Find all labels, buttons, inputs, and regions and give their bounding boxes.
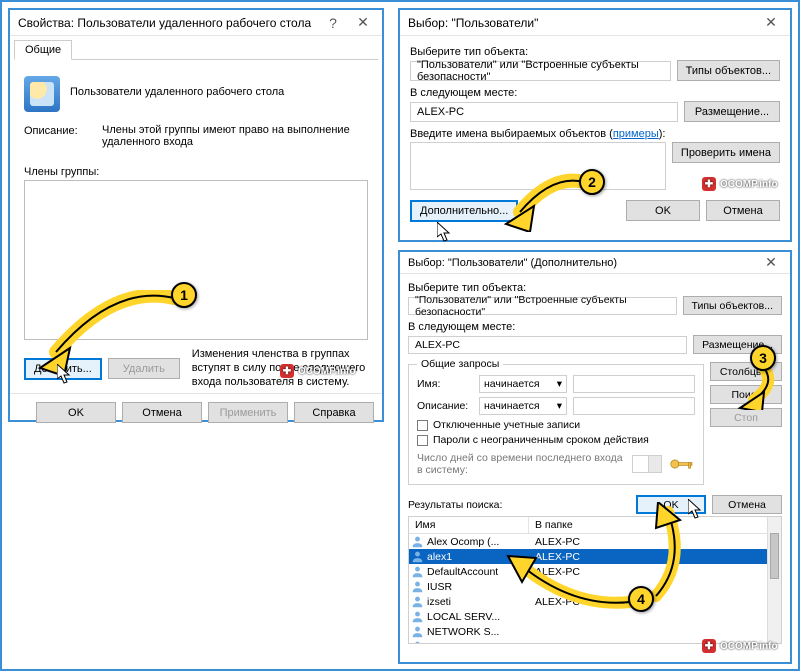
desc-filter-combo[interactable]: начинается ▾: [479, 397, 567, 415]
location-label: В следующем месте:: [408, 321, 782, 333]
cancel-button[interactable]: Отмена: [712, 495, 782, 514]
watermark: ✚OCOMP.info: [702, 177, 778, 191]
description-label: Описание:: [24, 124, 94, 148]
cancel-button[interactable]: Отмена: [122, 402, 202, 423]
titlebar: Выбор: "Пользователи" (Дополнительно) ✕: [400, 252, 790, 274]
location-label: В следующем месте:: [410, 87, 780, 99]
col-name[interactable]: Имя: [409, 517, 529, 533]
result-row[interactable]: izsetiALEX-PC: [409, 594, 767, 609]
window-title: Свойства: Пользователи удаленного рабоче…: [18, 16, 318, 30]
locations-button[interactable]: Размещение...: [684, 101, 780, 122]
object-types-button[interactable]: Типы объектов...: [683, 296, 782, 315]
desc-label: Описание:: [417, 400, 473, 412]
find-button[interactable]: Поиск: [710, 385, 782, 404]
members-label: Члены группы:: [24, 166, 99, 178]
scrollbar[interactable]: [767, 517, 781, 643]
group-name: Пользователи удаленного рабочего стола: [70, 76, 284, 98]
disabled-accounts-checkbox[interactable]: Отключенные учетные записи: [417, 419, 695, 431]
select-users-advanced-window: Выбор: "Пользователи" (Дополнительно) ✕ …: [398, 250, 792, 664]
location-value: ALEX-PC: [410, 102, 678, 122]
screenshot-canvas: Свойства: Пользователи удаленного рабоче…: [0, 0, 800, 671]
object-types-button[interactable]: Типы объектов...: [677, 60, 780, 81]
group-icon: [24, 76, 60, 112]
properties-window: Свойства: Пользователи удаленного рабоче…: [8, 8, 384, 422]
object-type-label: Выберите тип объекта:: [408, 282, 782, 294]
stop-button: Стоп: [710, 408, 782, 427]
help-icon[interactable]: ?: [318, 15, 348, 31]
results-list[interactable]: Имя В папке Alex Ocomp (...ALEX-PCalex1A…: [408, 516, 782, 644]
apply-button: Применить: [208, 402, 288, 423]
name-label: Имя:: [417, 378, 473, 390]
description-text: Члены этой группы имеют право на выполне…: [102, 124, 368, 148]
members-list[interactable]: [24, 180, 368, 340]
enter-names-label: Введите имена выбираемых объектов (приме…: [410, 128, 780, 140]
cancel-button[interactable]: Отмена: [706, 200, 780, 221]
days-spinner[interactable]: [632, 455, 661, 473]
callout-2: 2: [579, 169, 605, 195]
result-row[interactable]: alex1ALEX-PC: [409, 549, 767, 564]
callout-3: 3: [750, 345, 776, 371]
select-users-window: Выбор: "Пользователи" ✕ Выберите тип объ…: [398, 8, 792, 242]
result-row[interactable]: IUSR: [409, 579, 767, 594]
cursor-icon: [437, 222, 451, 242]
close-icon[interactable]: ✕: [756, 254, 786, 271]
col-folder[interactable]: В папке: [529, 517, 767, 533]
callout-1: 1: [171, 282, 197, 308]
result-row[interactable]: LOCAL SERV...: [409, 609, 767, 624]
ok-button[interactable]: OK: [626, 200, 700, 221]
examples-link[interactable]: примеры: [613, 128, 659, 140]
titlebar: Свойства: Пользователи удаленного рабоче…: [10, 10, 382, 36]
key-icon: [668, 454, 695, 474]
name-filter-input[interactable]: [573, 375, 695, 393]
result-row[interactable]: Alex Ocomp (...ALEX-PC: [409, 534, 767, 549]
remove-button: Удалить: [108, 358, 180, 379]
object-names-input[interactable]: [410, 142, 666, 190]
cursor-icon: [57, 364, 71, 384]
close-icon[interactable]: ✕: [756, 14, 786, 31]
object-type-value: "Пользователи" или "Встроенные субъекты …: [410, 61, 671, 81]
watermark: ✚OCOMP.info: [280, 364, 356, 378]
window-title: Выбор: "Пользователи" (Дополнительно): [408, 257, 756, 269]
no-pw-expiry-checkbox[interactable]: Пароли с неограниченным сроком действия: [417, 434, 695, 446]
desc-filter-input[interactable]: [573, 397, 695, 415]
check-names-button[interactable]: Проверить имена: [672, 142, 780, 163]
cursor-icon: [688, 499, 702, 519]
window-title: Выбор: "Пользователи": [408, 16, 756, 30]
location-value: ALEX-PC: [408, 336, 687, 354]
tabstrip: Общие: [14, 40, 378, 60]
help-button[interactable]: Справка: [294, 402, 374, 423]
object-type-label: Выберите тип объекта:: [410, 46, 780, 58]
close-icon[interactable]: ✕: [348, 14, 378, 31]
ok-button[interactable]: OK: [36, 402, 116, 423]
object-type-value: "Пользователи" или "Встроенные субъекты …: [408, 297, 677, 315]
name-filter-combo[interactable]: начинается ▾: [479, 375, 567, 393]
tab-general[interactable]: Общие: [14, 40, 72, 60]
results-label: Результаты поиска:: [408, 499, 636, 511]
titlebar: Выбор: "Пользователи" ✕: [400, 10, 790, 36]
advanced-button[interactable]: Дополнительно...: [410, 200, 518, 222]
result-row[interactable]: DefaultAccountALEX-PC: [409, 564, 767, 579]
result-row[interactable]: NETWORK S...: [409, 624, 767, 639]
watermark: ✚OCOMP.info: [702, 639, 778, 653]
days-since-login-label: Число дней со времени последнего входа в…: [417, 452, 626, 476]
common-queries-legend: Общие запросы: [417, 358, 503, 370]
callout-4: 4: [628, 586, 654, 612]
